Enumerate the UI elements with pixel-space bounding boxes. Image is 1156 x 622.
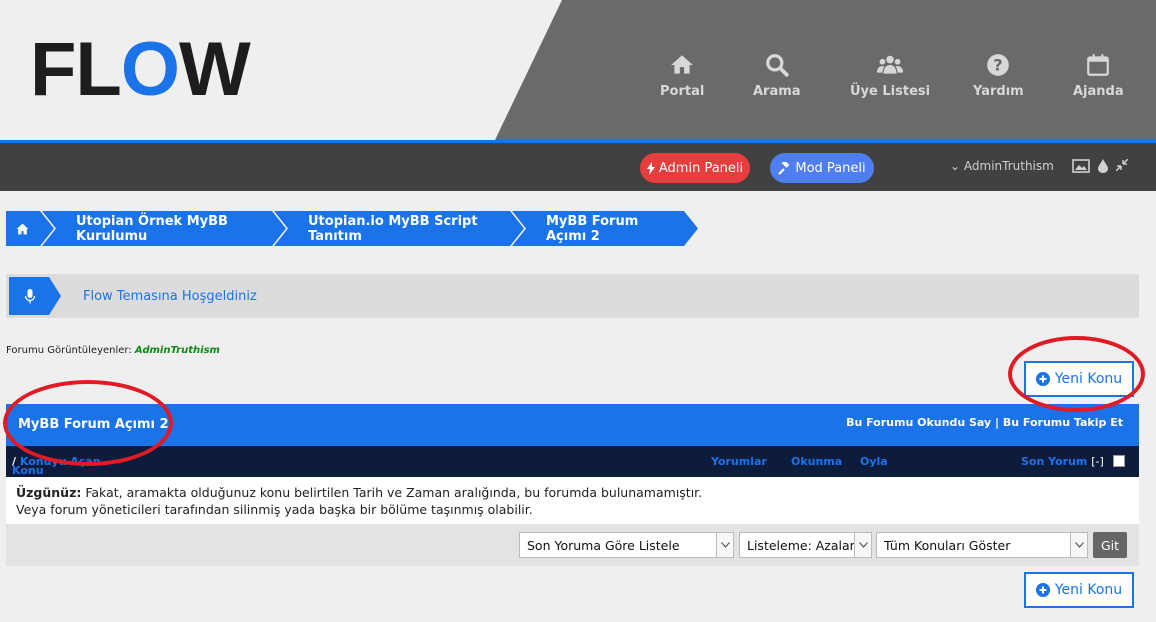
order-select[interactable]: Listeleme: Azalan — [739, 532, 872, 558]
user-menu[interactable]: ⌄ AdminTruthism — [950, 159, 1054, 173]
nav-member-list[interactable]: Üye Listesi — [850, 52, 930, 99]
admin-panel-label: Admin Paneli — [658, 160, 744, 176]
message-line-2: Veya forum yöneticileri tarafından silin… — [16, 502, 533, 517]
thread-list-header: Konu / Konuyu Açan Yorumlar Okunma Oyla … — [6, 446, 1139, 477]
go-button[interactable]: Git — [1093, 532, 1127, 558]
nav-help[interactable]: ? Yardım — [973, 52, 1024, 99]
message-line-1: Fakat, aramakta olduğunuz konu belirtile… — [85, 485, 703, 500]
help-icon: ? — [987, 54, 1010, 76]
home-icon — [671, 55, 693, 74]
nav-calendar-label: Ajanda — [1073, 84, 1124, 99]
admin-panel-button[interactable]: Admin Paneli — [640, 153, 750, 183]
column-replies[interactable]: Yorumlar — [711, 455, 767, 468]
theme-tools — [1072, 159, 1128, 173]
annotation-circle-forum-title — [3, 380, 173, 466]
plus-circle-icon — [1035, 583, 1050, 597]
site-logo[interactable]: FLOW — [30, 32, 251, 108]
breadcrumb-item[interactable]: MyBB Forum Açımı 2 — [512, 211, 698, 246]
viewer-user-link[interactable]: AdminTruthism — [135, 345, 220, 356]
gavel-icon — [778, 161, 790, 175]
column-views[interactable]: Okunma — [791, 455, 842, 468]
breadcrumb-item[interactable]: Utopian.io MyBB Script Tanıtım — [274, 211, 524, 246]
mod-panel-label: Mod Paneli — [795, 160, 866, 176]
forum-viewers: Forumu Görüntüleyenler: AdminTruthism — [6, 345, 220, 356]
svg-text:?: ? — [994, 55, 1003, 74]
message-bold: Üzgünüz: — [16, 485, 82, 500]
search-icon — [765, 54, 789, 77]
nav-help-label: Yardım — [973, 84, 1024, 99]
calendar-icon — [1087, 54, 1110, 76]
nav-search-label: Arama — [753, 84, 801, 99]
new-thread-button-bottom[interactable]: Yeni Konu — [1024, 572, 1134, 608]
home-icon — [16, 223, 29, 235]
mod-panel-button[interactable]: Mod Paneli — [770, 153, 874, 183]
thread-filter-bar: Son Yoruma Göre Listele Listeleme: Azala… — [6, 524, 1139, 566]
announcement-bar: Flow Temasına Hoşgeldiniz — [6, 274, 1139, 318]
tint-icon[interactable] — [1098, 159, 1108, 173]
forum-header: MyBB Forum Açımı 2 Bu Forumu Okundu Say … — [6, 404, 1139, 446]
viewers-label: Forumu Görüntüleyenler: — [6, 345, 132, 356]
separator: | — [995, 416, 1000, 429]
breadcrumb-item[interactable]: Utopian Örnek MyBB Kurulumu — [42, 211, 286, 246]
announcement-text[interactable]: Flow Temasına Hoşgeldiniz — [83, 289, 257, 304]
compress-icon[interactable] — [1116, 159, 1128, 171]
image-icon[interactable] — [1072, 159, 1090, 173]
empty-forum-message: Üzgünüz: Fakat, aramakta olduğunuz konu … — [6, 477, 1139, 524]
username: AdminTruthism — [963, 159, 1054, 173]
chevron-down-icon — [1070, 533, 1087, 557]
bolt-icon — [646, 161, 655, 175]
column-rating[interactable]: Oyla — [860, 455, 888, 468]
new-thread-label: Yeni Konu — [1054, 582, 1123, 598]
users-icon — [877, 55, 904, 74]
select-all-checkbox[interactable] — [1113, 455, 1125, 467]
column-last-post[interactable]: Son Yorum [-] — [1021, 455, 1104, 468]
breadcrumb: Utopian Örnek MyBB Kurulumu Utopian.io M… — [6, 211, 686, 246]
nav-calendar[interactable]: Ajanda — [1073, 52, 1124, 99]
forum-actions: Bu Forumu Okundu Say | Bu Forumu Takip E… — [846, 416, 1123, 429]
subscribe-link[interactable]: Bu Forumu Takip Et — [1003, 416, 1123, 429]
microphone-icon — [9, 277, 61, 315]
sort-by-select[interactable]: Son Yoruma Göre Listele — [519, 532, 734, 558]
nav-portal[interactable]: Portal — [660, 52, 704, 99]
chevron-down-icon — [854, 533, 871, 557]
annotation-circle-new-thread — [1008, 336, 1145, 412]
nav-portal-label: Portal — [660, 84, 705, 99]
chevron-down-icon — [716, 533, 733, 557]
chevron-down-icon: ⌄ — [950, 159, 961, 173]
nav-member-list-label: Üye Listesi — [850, 84, 931, 99]
date-range-select[interactable]: Tüm Konuları Göster — [876, 532, 1088, 558]
nav-search[interactable]: Arama — [753, 52, 801, 99]
mark-read-link[interactable]: Bu Forumu Okundu Say — [846, 416, 991, 429]
